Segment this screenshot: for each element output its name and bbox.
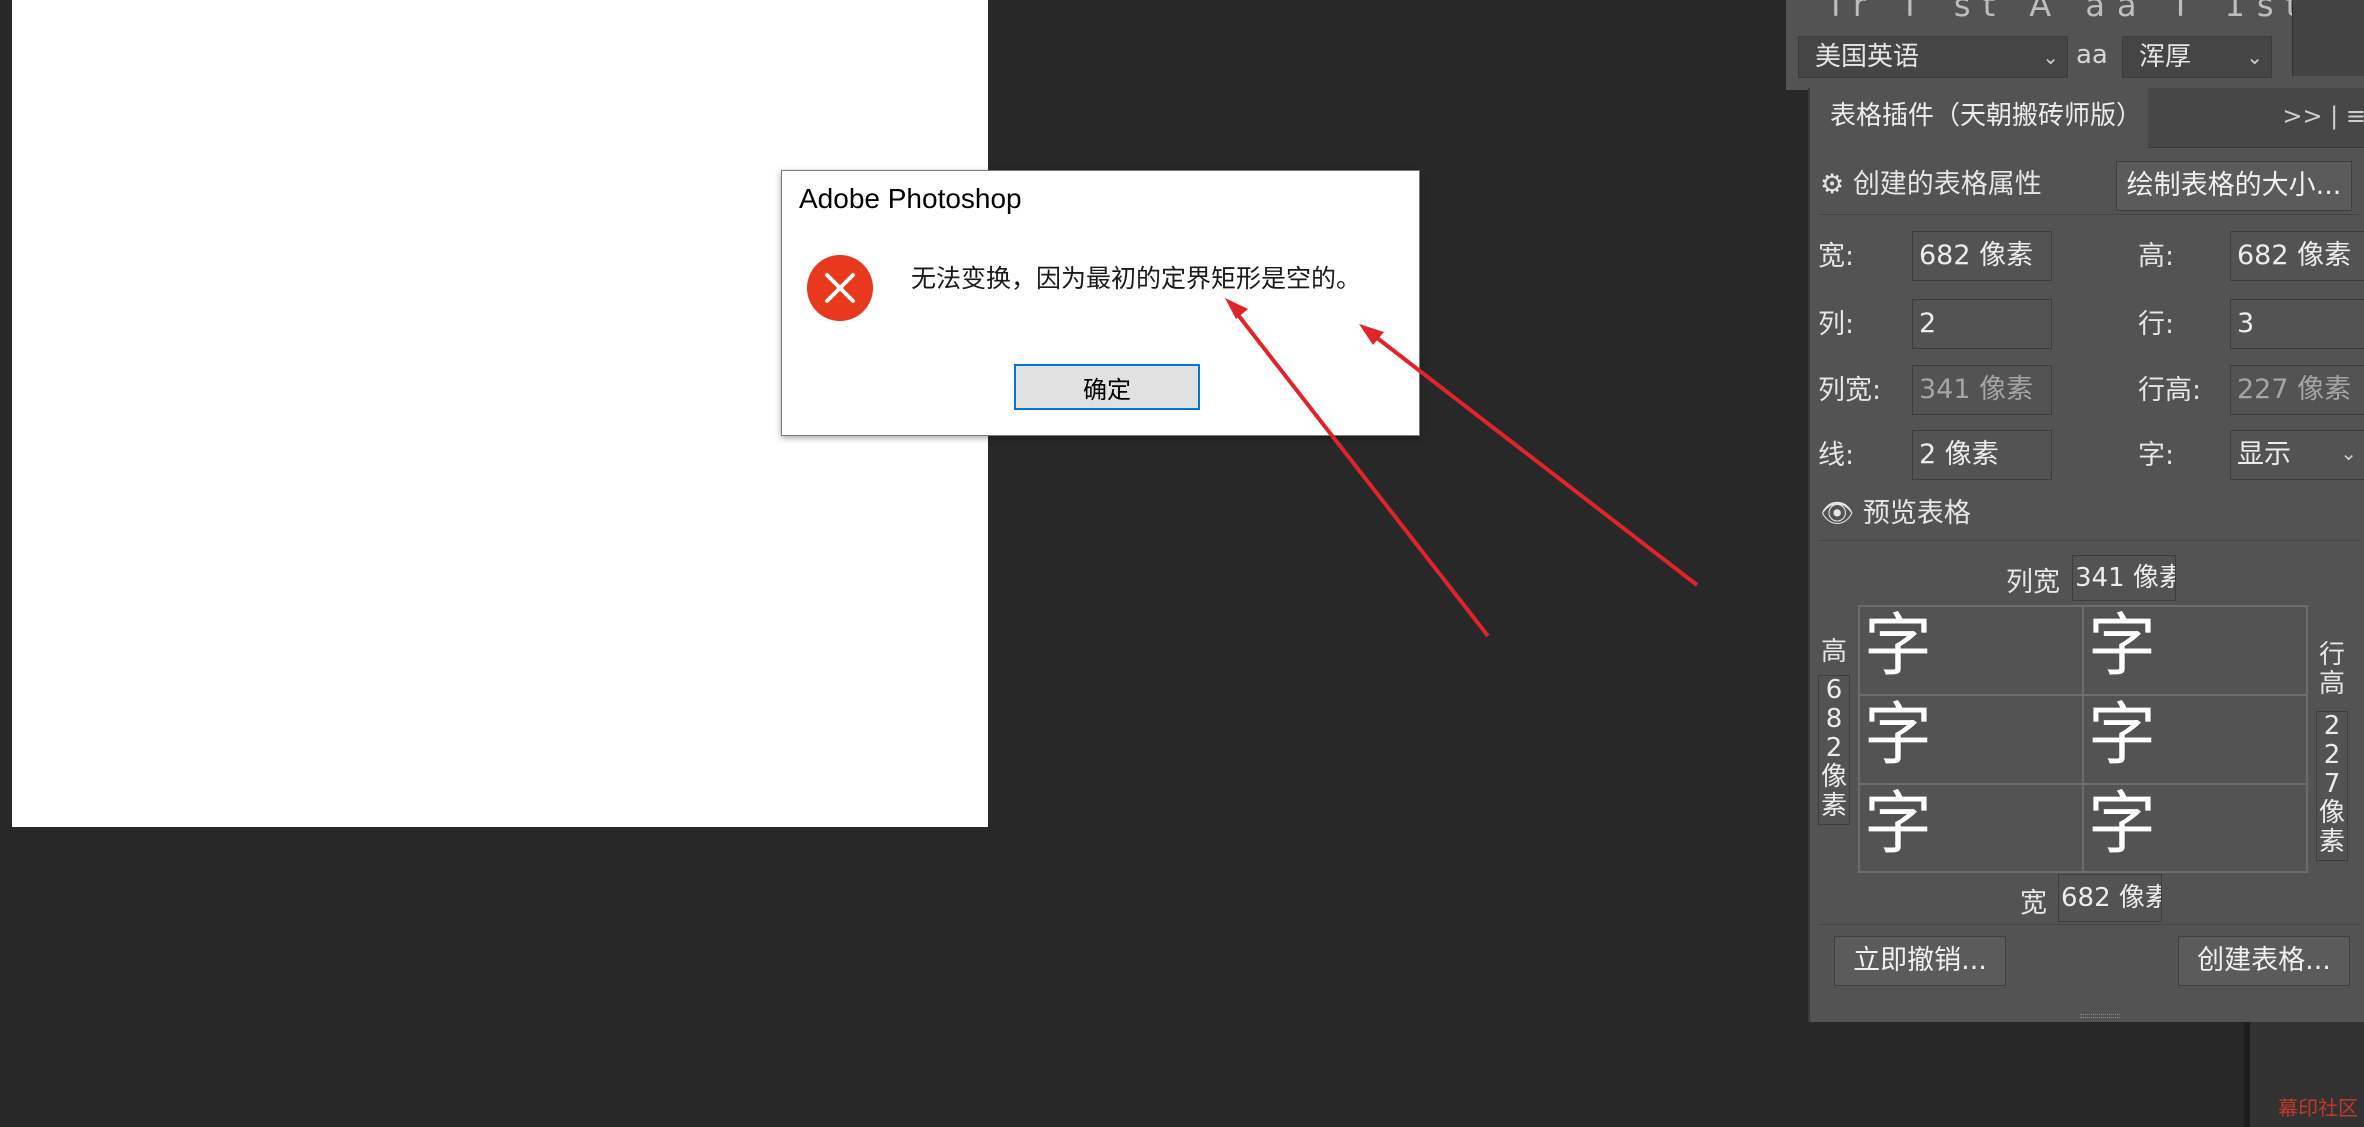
preview-col-width-label: 列宽 <box>2006 567 2060 598</box>
rows-input[interactable]: 3 <box>2230 299 2364 349</box>
divider <box>1820 214 2360 215</box>
text-select[interactable]: 显示 ⌄ <box>2230 430 2364 480</box>
preview-table: 字 字 字 字 字 字 <box>1858 605 2308 873</box>
preview-row-height-label: 行高 <box>2318 640 2345 699</box>
section-preview-header: 👁 预览表格 <box>1820 491 1971 530</box>
section-preview-label: 预览表格 <box>1862 498 1971 529</box>
width-input[interactable]: 682 像素 <box>1912 231 2052 281</box>
preview-cell: 字 <box>1859 606 2083 695</box>
resize-handle[interactable] <box>2080 1014 2120 1018</box>
cols-input[interactable]: 2 <box>1912 299 2052 349</box>
preview-width-label: 宽 <box>2020 888 2047 919</box>
section-properties-label: 创建的表格属性 <box>1852 169 2042 200</box>
character-panel: Tr T st A aa T 1st ½ 美国英语 ⌄ aa 浑厚 ⌄ <box>1786 0 2364 90</box>
antialias-icon: aa <box>2076 40 2108 70</box>
panel-side-box <box>2292 0 2364 76</box>
line-label: 线: <box>1818 440 1855 471</box>
divider <box>1820 540 2360 541</box>
bottom-right-panel: 幕印社区 <box>2244 1022 2364 1127</box>
height-input[interactable]: 682 像素 <box>2230 231 2364 281</box>
tab-bar: 表格插件（天朝搬砖师版） >> | ≡ <box>1810 88 2364 148</box>
col-width-label: 列宽: <box>1818 375 1882 406</box>
preview-row-height-value: 227像素 <box>2316 711 2348 861</box>
text-label: 字: <box>2138 440 2175 471</box>
rows-label: 行: <box>2138 309 2175 340</box>
antialias-value: 浑厚 <box>2139 42 2192 72</box>
preview-cell: 字 <box>1859 784 2083 872</box>
antialias-select[interactable]: 浑厚 ⌄ <box>2122 36 2272 78</box>
width-label: 宽: <box>1818 241 1855 272</box>
language-select[interactable]: 美国英语 ⌄ <box>1798 36 2068 78</box>
tab-table-plugin[interactable]: 表格插件（天朝搬砖师版） <box>1810 88 2148 148</box>
panel-menu-icon[interactable]: >> | ≡ <box>2282 102 2364 130</box>
draw-size-button[interactable]: 绘制表格的大小... <box>2116 161 2352 211</box>
create-table-button[interactable]: 创建表格... <box>2178 936 2350 986</box>
preview-width-value: 682 像素 <box>2058 874 2162 922</box>
preview-cell: 字 <box>2083 695 2307 784</box>
cols-label: 列: <box>1818 309 1855 340</box>
preview-height-label: 高 <box>1820 637 1847 667</box>
section-properties-header: ⚙ 创建的表格属性 <box>1820 162 2042 201</box>
divider <box>1820 924 2360 925</box>
chevron-down-icon: ⌄ <box>2246 45 2263 69</box>
text-select-value: 显示 <box>2237 439 2291 470</box>
height-label: 高: <box>2138 241 2175 272</box>
row-height-input: 227 像素 <box>2230 365 2364 415</box>
preview-cell: 字 <box>2083 784 2307 872</box>
row-height-label: 行高: <box>2138 375 2202 406</box>
line-input[interactable]: 2 像素 <box>1912 430 2052 480</box>
language-value: 美国英语 <box>1815 42 1920 72</box>
gear-icon: ⚙ <box>1820 169 1845 200</box>
preview-height-value: 682像素 <box>1818 675 1850 825</box>
chevron-down-icon: ⌄ <box>2042 45 2059 69</box>
preview-cell: 字 <box>1859 695 2083 784</box>
undo-button[interactable]: 立即撤销... <box>1834 936 2006 986</box>
text-style-icons[interactable]: Tr T st A aa T 1st ½ <box>1826 0 2364 24</box>
eye-icon: 👁 <box>1820 498 1855 529</box>
chevron-down-icon: ⌄ <box>2340 441 2357 465</box>
watermark: 幕印社区 <box>2278 1096 2358 1120</box>
col-width-input: 341 像素 <box>1912 365 2052 415</box>
table-plugin-panel: 表格插件（天朝搬砖师版） >> | ≡ ⚙ 创建的表格属性 绘制表格的大小...… <box>1808 88 2364 1022</box>
preview-cell: 字 <box>2083 606 2307 695</box>
preview-col-width-value: 341 像素 <box>2072 555 2176 601</box>
